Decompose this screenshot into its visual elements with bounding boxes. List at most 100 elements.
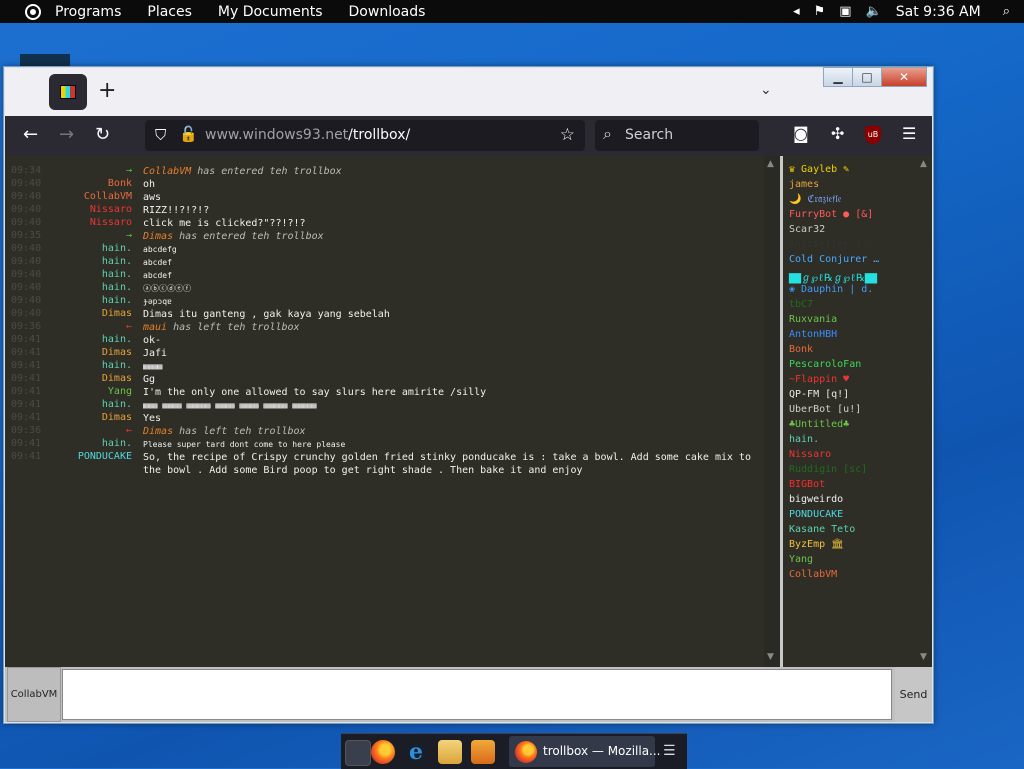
user-list-item[interactable]: james [789,179,819,190]
user-list-item[interactable]: ♛ Gayleb ✎ [789,164,849,175]
user-list-item[interactable]: hain. [789,434,819,445]
users-scroll-up-icon[interactable]: ▲ [920,159,927,169]
system-message-user[interactable]: Dimas [143,231,173,242]
message-author[interactable]: hain. [102,399,132,410]
menu-my-documents[interactable]: My Documents [218,4,323,20]
user-list-item[interactable]: bigweirdo [789,494,843,505]
user-list-item[interactable]: CollabVM [789,569,837,580]
user-list-item[interactable]: Yang [789,554,813,565]
message-author[interactable]: Dimas [102,347,132,358]
users-scroll-down-icon[interactable]: ▼ [920,652,927,662]
menu-programs[interactable]: Programs [55,4,121,20]
internet-explorer-icon[interactable]: e [404,740,428,764]
user-list-item[interactable]: ByzEmp 🏛 [789,539,844,550]
show-desktop-icon[interactable] [345,740,371,766]
user-list-item[interactable]: 🌙 ℭ𝔯𝔞𝔷𝔦𝔢𝔣𝔩𝔢 [789,194,842,205]
user-list-scrollbar[interactable]: ▲ ▼ [918,156,930,667]
bookmark-star-icon[interactable]: ☆ [560,125,575,145]
network-icon[interactable]: ▣ [839,4,851,19]
message-author[interactable]: hain. [102,269,132,280]
tray-arrow-icon[interactable]: ◂ [793,4,800,19]
user-list-item[interactable]: ♣Untitled♣ [789,419,849,430]
system-message-user[interactable]: maui [143,322,167,333]
ublock-origin-icon[interactable]: uB [865,126,881,144]
message-author[interactable]: hain. [102,243,132,254]
maximize-button[interactable]: □ [852,67,882,87]
message-author[interactable]: hain. [102,360,132,371]
message-author[interactable]: → [126,165,132,176]
menu-downloads[interactable]: Downloads [349,4,426,20]
user-list-item[interactable]: ▇▇ℊ℘ℓ℞ℊ℘ℓ℞▇▇ [789,269,877,285]
minimize-button[interactable]: ▁ [823,67,853,87]
apps-logo-icon[interactable] [25,3,41,20]
system-message-user[interactable]: CollabVM [143,166,191,177]
message-author[interactable]: hain. [102,438,132,449]
chat-log[interactable]: 09:34 → CollabVM has entered teh trollbox 0… [5,156,780,667]
message-author[interactable]: Nissaro [90,204,132,215]
message-author[interactable]: → [126,230,132,241]
taskbar-task-firefox[interactable]: trollbox — Mozilla... [509,736,661,767]
message-author[interactable]: Dimas [102,412,132,423]
user-list-item[interactable]: QP-FM [q!] [789,389,849,400]
forward-arrow-icon[interactable]: → [59,124,74,145]
message-input[interactable] [62,669,892,720]
message-author[interactable]: PONDUCAKE [78,451,132,462]
volume-icon[interactable]: 🔈 [866,4,882,19]
user-list-item[interactable]: tbC7 [789,299,813,310]
url-bar[interactable]: ⛉ 🔓 www.windows93.net/trollbox/ ☆ [145,120,585,151]
scroll-up-icon[interactable]: ▲ [767,159,774,169]
back-arrow-icon[interactable]: ← [23,124,38,145]
list-tabs-chevron-icon[interactable]: ⌄ [760,82,772,98]
nickname-button[interactable]: CollabVM [7,667,61,722]
message-author[interactable]: Dimas [102,308,132,319]
user-list[interactable]: ♛ Gayleb ✎ james 🌙 ℭ𝔯𝔞𝔷𝔦𝔢𝔣𝔩𝔢 FurryBot ● [&]… [783,156,932,667]
user-list-item[interactable]: ❀ Dauphin | d. [789,284,873,295]
user-list-item[interactable]: Ruddigin [sc] [789,464,867,475]
shield-icon[interactable]: ⛉ [155,126,166,144]
pocket-icon[interactable]: ◙ [793,124,809,143]
lock-icon[interactable]: 🔓 [179,125,198,143]
message-author[interactable]: ← [126,321,132,332]
send-button[interactable]: Send [895,667,932,722]
user-list-item[interactable]: PescaroloFan [789,359,861,370]
message-author[interactable]: Nissaro [90,217,132,228]
chat-scrollbar[interactable]: ▲ ▼ [764,156,780,667]
message-author[interactable]: hain. [102,256,132,267]
firefox-icon[interactable] [371,740,395,764]
user-list-item[interactable]: Ruxvania [789,314,837,325]
tab-trollbox[interactable] [49,74,87,110]
user-list-item[interactable]: ~Flappin ♥ [789,374,849,385]
system-message-user[interactable]: Dimas [143,426,173,437]
close-button[interactable]: ✕ [881,67,927,87]
message-author[interactable]: Bonk [108,178,132,189]
message-author[interactable]: CollabVM [84,191,132,202]
search-icon[interactable]: ⌕ [1003,4,1010,19]
user-list-item[interactable]: UberBot [u!] [789,404,861,415]
new-tab-button[interactable]: + [98,78,116,103]
user-list-item[interactable]: Cold Conjurer … [789,254,879,265]
scroll-down-icon[interactable]: ▼ [767,652,774,662]
user-list-item[interactable]: Nissaro [789,449,831,460]
user-list-item[interactable]: Antisetter | ⚠ [789,239,873,250]
clock[interactable]: Sat 9:36 AM [896,4,981,20]
user-list-item[interactable]: FurryBot ● [&] [789,209,873,220]
message-author[interactable]: ← [126,425,132,436]
user-list-item[interactable]: Kasane Teto [789,524,855,535]
message-author[interactable]: hain. [102,334,132,345]
search-box[interactable]: ⌕ Search [595,120,759,151]
user-list-item[interactable]: PONDUCAKE [789,509,843,520]
reload-icon[interactable]: ↻ [95,124,110,145]
extensions-icon[interactable]: ✣ [831,124,844,143]
user-list-item[interactable]: BIGBot [789,479,825,490]
taskbar-menu-icon[interactable]: ☰ [663,743,676,759]
user-list-item[interactable]: Scar32 [789,224,825,235]
menu-places[interactable]: Places [147,4,192,20]
file-manager-icon[interactable] [438,740,462,764]
hamburger-menu-icon[interactable]: ☰ [902,124,916,143]
message-author[interactable]: Yang [108,386,132,397]
message-author[interactable]: hain. [102,295,132,306]
media-player-icon[interactable] [471,740,495,764]
message-author[interactable]: hain. [102,282,132,293]
user-list-item[interactable]: Bonk [789,344,813,355]
flag-icon[interactable]: ⚑ [814,4,826,19]
